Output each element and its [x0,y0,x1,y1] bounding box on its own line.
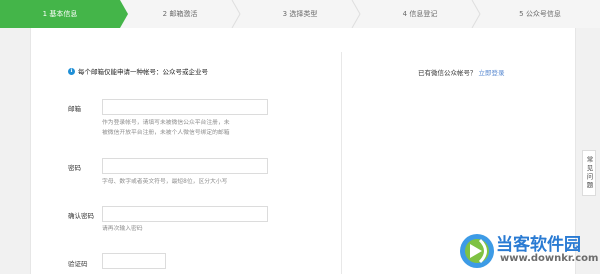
login-link[interactable]: 立即登录 [479,69,505,77]
captcha-input[interactable] [102,253,166,269]
password-input[interactable] [102,158,268,174]
step-separator [351,0,361,28]
watermark-logo-icon [460,234,494,268]
password-label: 密码 [68,164,81,172]
existing-account-prompt: 已有微信公众帐号？ 立即登录 [418,67,505,77]
watermark: 当客软件园 www.downkr.com [458,228,600,274]
info-icon: i [68,67,75,75]
column-divider [341,52,342,274]
progress-steps: 1 基本信息 2 邮箱激活 3 选择类型 4 信息登记 5 公众号信息 [0,0,600,28]
email-input[interactable] [102,99,268,115]
email-notice: i 每个邮箱仅能申请一种帐号：公众号或企业号 [68,66,208,76]
step-label: 1 基本信息 [42,10,78,18]
email-hint: 作为登录帐号，请填写未被微信公众平台注册，未 被微信开放平台注册，未被个人微信号… [102,118,230,138]
watermark-text: 当客软件园 [496,235,581,255]
email-hint-line2: 被微信开放平台注册，未被个人微信号绑定的邮箱 [102,130,230,136]
step-4: 4 信息登记 [360,0,481,28]
password-hint: 字母、数字或者英文符号，最短8位，区分大小写 [102,179,228,185]
watermark-url: www.downkr.com [500,253,599,264]
step-label: 3 选择类型 [282,10,318,18]
step-1: 1 基本信息 [0,0,128,28]
confirm-password-input[interactable] [102,206,268,222]
confirm-password-hint: 请再次输入密码 [102,226,143,232]
captcha-label: 验证码 [68,260,88,268]
step-separator [231,0,241,28]
notice-text: 每个邮箱仅能申请一种帐号：公众号或企业号 [78,68,208,76]
step-2: 2 邮箱激活 [120,0,241,28]
existing-account-question: 已有微信公众帐号？ [418,69,477,77]
email-hint-line1: 作为登录帐号，请填写未被微信公众平台注册，未 [102,120,230,126]
active-step-arrow [120,0,128,28]
step-label: 4 信息登记 [402,10,438,18]
step-5: 5 公众号信息 [480,0,600,28]
step-label: 5 公众号信息 [519,10,561,18]
step-separator [471,0,481,28]
email-label: 邮箱 [68,105,81,113]
step-3: 3 选择类型 [240,0,361,28]
confirm-password-label: 确认密码 [68,212,94,220]
step-label: 2 邮箱激活 [162,10,198,18]
faq-button[interactable]: 常见问题 [582,150,596,196]
